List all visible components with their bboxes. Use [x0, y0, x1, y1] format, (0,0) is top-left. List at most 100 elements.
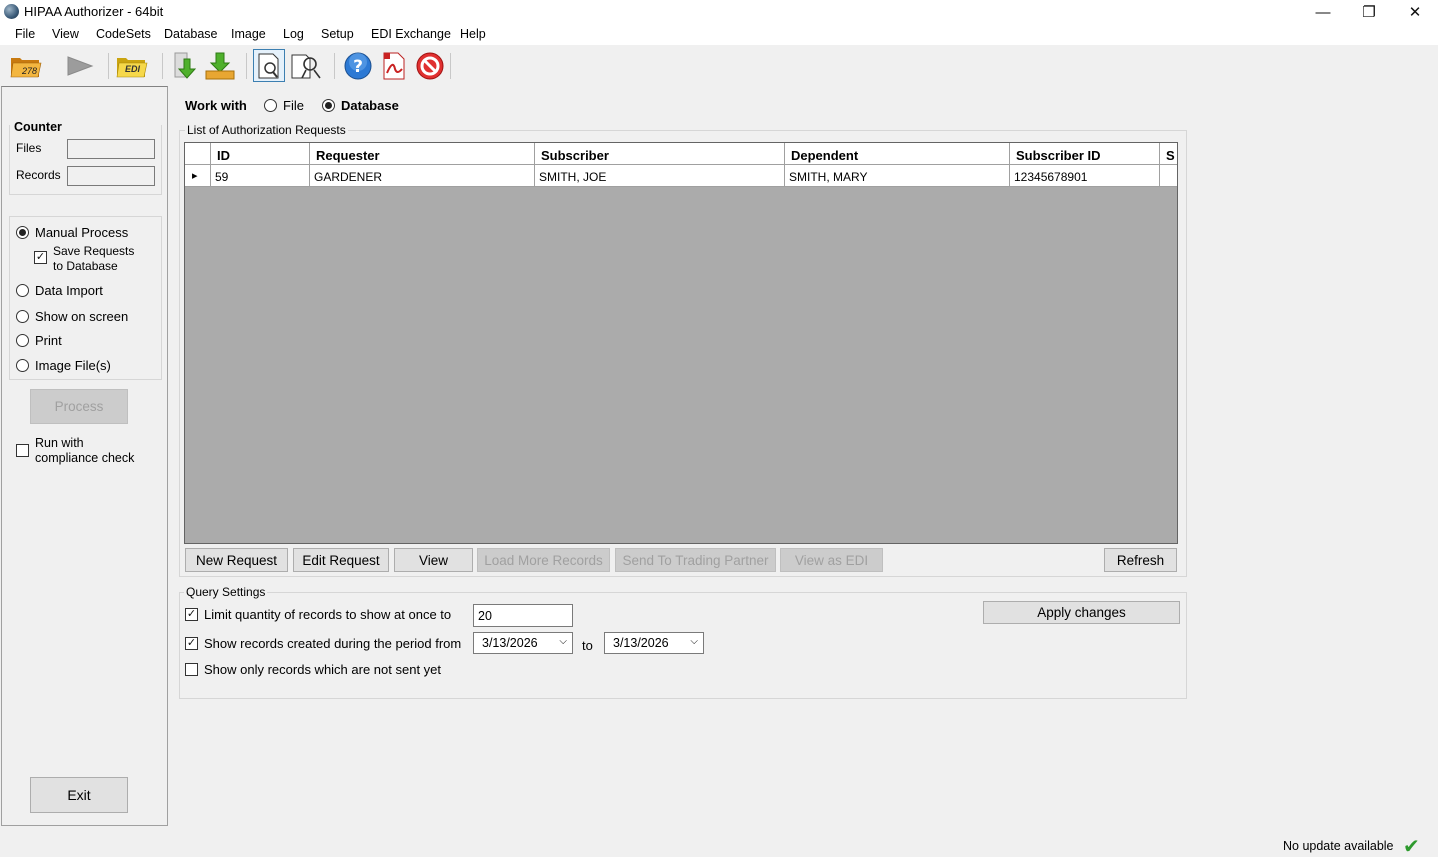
column-header-id[interactable]: ID	[211, 143, 310, 165]
pdf-manual-button[interactable]	[378, 49, 410, 82]
title-bar: HIPAA Authorizer - 64bit — ❐ ✕	[0, 0, 1438, 24]
inspect-button[interactable]	[290, 49, 322, 82]
minimize-button[interactable]: —	[1300, 0, 1346, 24]
work-with-label: Work with	[185, 98, 247, 113]
edit-request-button[interactable]: Edit Request	[293, 548, 389, 572]
save-requests-checkbox[interactable]: ✓	[34, 251, 47, 264]
menu-log[interactable]: Log	[283, 27, 304, 41]
show-on-screen-label[interactable]: Show on screen	[35, 309, 128, 324]
data-import-label[interactable]: Data Import	[35, 283, 103, 298]
work-with-database-radio[interactable]	[322, 99, 335, 112]
menu-bar: File View CodeSets Database Image Log Se…	[0, 24, 1438, 45]
send-to-trading-partner-button[interactable]: Send To Trading Partner	[615, 548, 776, 572]
refresh-button[interactable]: Refresh	[1104, 548, 1177, 572]
restore-button[interactable]: ❐	[1346, 0, 1392, 24]
exit-button[interactable]: Exit	[30, 777, 128, 813]
image-files-radio[interactable]	[16, 359, 29, 372]
row-selector[interactable]: ▸	[185, 165, 211, 187]
download-icon	[174, 52, 197, 79]
limit-records-label[interactable]: Limit quantity of records to show at onc…	[204, 607, 451, 622]
stop-button[interactable]	[414, 49, 446, 82]
period-filter-checkbox[interactable]: ✓	[185, 637, 198, 650]
open-edi-button[interactable]: EDI	[116, 49, 148, 82]
column-header-subscriber[interactable]: Subscriber	[535, 143, 785, 165]
toolbar-separator	[108, 53, 109, 79]
save-requests-label-line2[interactable]: to Database	[53, 259, 118, 273]
not-sent-only-label[interactable]: Show only records which are not sent yet	[204, 662, 441, 677]
table-row-cell-requester[interactable]: GARDENER	[310, 165, 535, 187]
view-button[interactable]: View	[394, 548, 473, 572]
column-header-requester[interactable]: Requester	[310, 143, 535, 165]
limit-records-checkbox[interactable]: ✓	[185, 608, 198, 621]
run-button[interactable]	[63, 49, 95, 82]
list-title: List of Authorization Requests	[185, 123, 348, 137]
view-as-edi-button[interactable]: View as EDI	[780, 548, 883, 572]
compliance-label-line1[interactable]: Run with	[35, 436, 84, 450]
image-files-label[interactable]: Image File(s)	[35, 358, 111, 373]
menu-help[interactable]: Help	[460, 27, 486, 41]
authorization-requests-grid[interactable]: ID Requester Subscriber Dependent Subscr…	[184, 142, 1178, 544]
date-from-picker[interactable]: 3/13/2026 ⌵	[473, 632, 573, 654]
to-label: to	[582, 638, 593, 653]
toolbar: 278 EDI ?	[0, 45, 1438, 86]
save-requests-label-line1[interactable]: Save Requests	[53, 244, 134, 258]
close-button[interactable]: ✕	[1392, 0, 1438, 24]
print-label[interactable]: Print	[35, 333, 62, 348]
pdf-icon	[383, 52, 405, 79]
limit-records-input[interactable]: 20	[473, 604, 573, 627]
date-to-picker[interactable]: 3/13/2026 ⌵	[604, 632, 704, 654]
status-bar: No update available ✔	[0, 833, 1438, 857]
period-filter-label[interactable]: Show records created during the period f…	[204, 636, 461, 651]
records-label: Records	[16, 168, 61, 182]
window-title: HIPAA Authorizer - 64bit	[24, 4, 164, 19]
print-radio[interactable]	[16, 334, 29, 347]
column-header-subscriber-id[interactable]: Subscriber ID	[1010, 143, 1160, 165]
manual-process-radio[interactable]	[16, 226, 29, 239]
apply-changes-button[interactable]: Apply changes	[983, 601, 1180, 624]
table-row-cell-subscriber[interactable]: SMITH, JOE	[535, 165, 785, 187]
help-button[interactable]: ?	[342, 49, 374, 82]
toolbar-separator	[246, 53, 247, 79]
process-button[interactable]: Process	[30, 389, 128, 424]
svg-text:?: ?	[353, 57, 363, 77]
manual-process-label[interactable]: Manual Process	[35, 225, 128, 240]
not-sent-only-checkbox[interactable]	[185, 663, 198, 676]
table-row-cell-s[interactable]	[1160, 165, 1177, 187]
column-header-s[interactable]: S	[1160, 143, 1177, 165]
work-with-file-label[interactable]: File	[283, 98, 304, 113]
toolbar-separator	[450, 53, 451, 79]
date-to-value: 3/13/2026	[613, 636, 669, 650]
chevron-down-icon: ⌵	[559, 636, 567, 647]
work-with-database-label[interactable]: Database	[341, 98, 399, 113]
import-button[interactable]	[204, 49, 236, 82]
compliance-check-checkbox[interactable]	[16, 444, 29, 457]
load-more-records-button[interactable]: Load More Records	[477, 548, 610, 572]
records-counter-field	[67, 166, 155, 186]
new-request-button[interactable]: New Request	[185, 548, 288, 572]
menu-file[interactable]: File	[15, 27, 35, 41]
table-row-cell-subscriber-id[interactable]: 12345678901	[1010, 165, 1160, 187]
stop-icon	[416, 52, 444, 79]
import-icon	[205, 52, 235, 79]
menu-view[interactable]: View	[52, 27, 79, 41]
search-document-icon	[258, 53, 279, 78]
menu-setup[interactable]: Setup	[321, 27, 354, 41]
menu-edi-exchange[interactable]: EDI Exchange	[371, 27, 451, 41]
show-on-screen-radio[interactable]	[16, 310, 29, 323]
work-with-file-radio[interactable]	[264, 99, 277, 112]
table-row-cell-dependent[interactable]: SMITH, MARY	[785, 165, 1010, 187]
data-import-radio[interactable]	[16, 284, 29, 297]
compliance-label-line2[interactable]: compliance check	[35, 451, 134, 465]
download-button[interactable]	[170, 49, 202, 82]
files-label: Files	[16, 141, 42, 155]
menu-codesets[interactable]: CodeSets	[96, 27, 151, 41]
menu-database[interactable]: Database	[164, 27, 218, 41]
update-status-text: No update available	[1283, 839, 1394, 853]
authorization-requests-button[interactable]	[253, 49, 285, 82]
menu-image[interactable]: Image	[231, 27, 266, 41]
folder-edi-label: EDI	[125, 64, 141, 74]
toolbar-separator	[334, 53, 335, 79]
open-278-button[interactable]: 278	[10, 49, 42, 82]
column-header-dependent[interactable]: Dependent	[785, 143, 1010, 165]
table-row-cell-id[interactable]: 59	[211, 165, 310, 187]
